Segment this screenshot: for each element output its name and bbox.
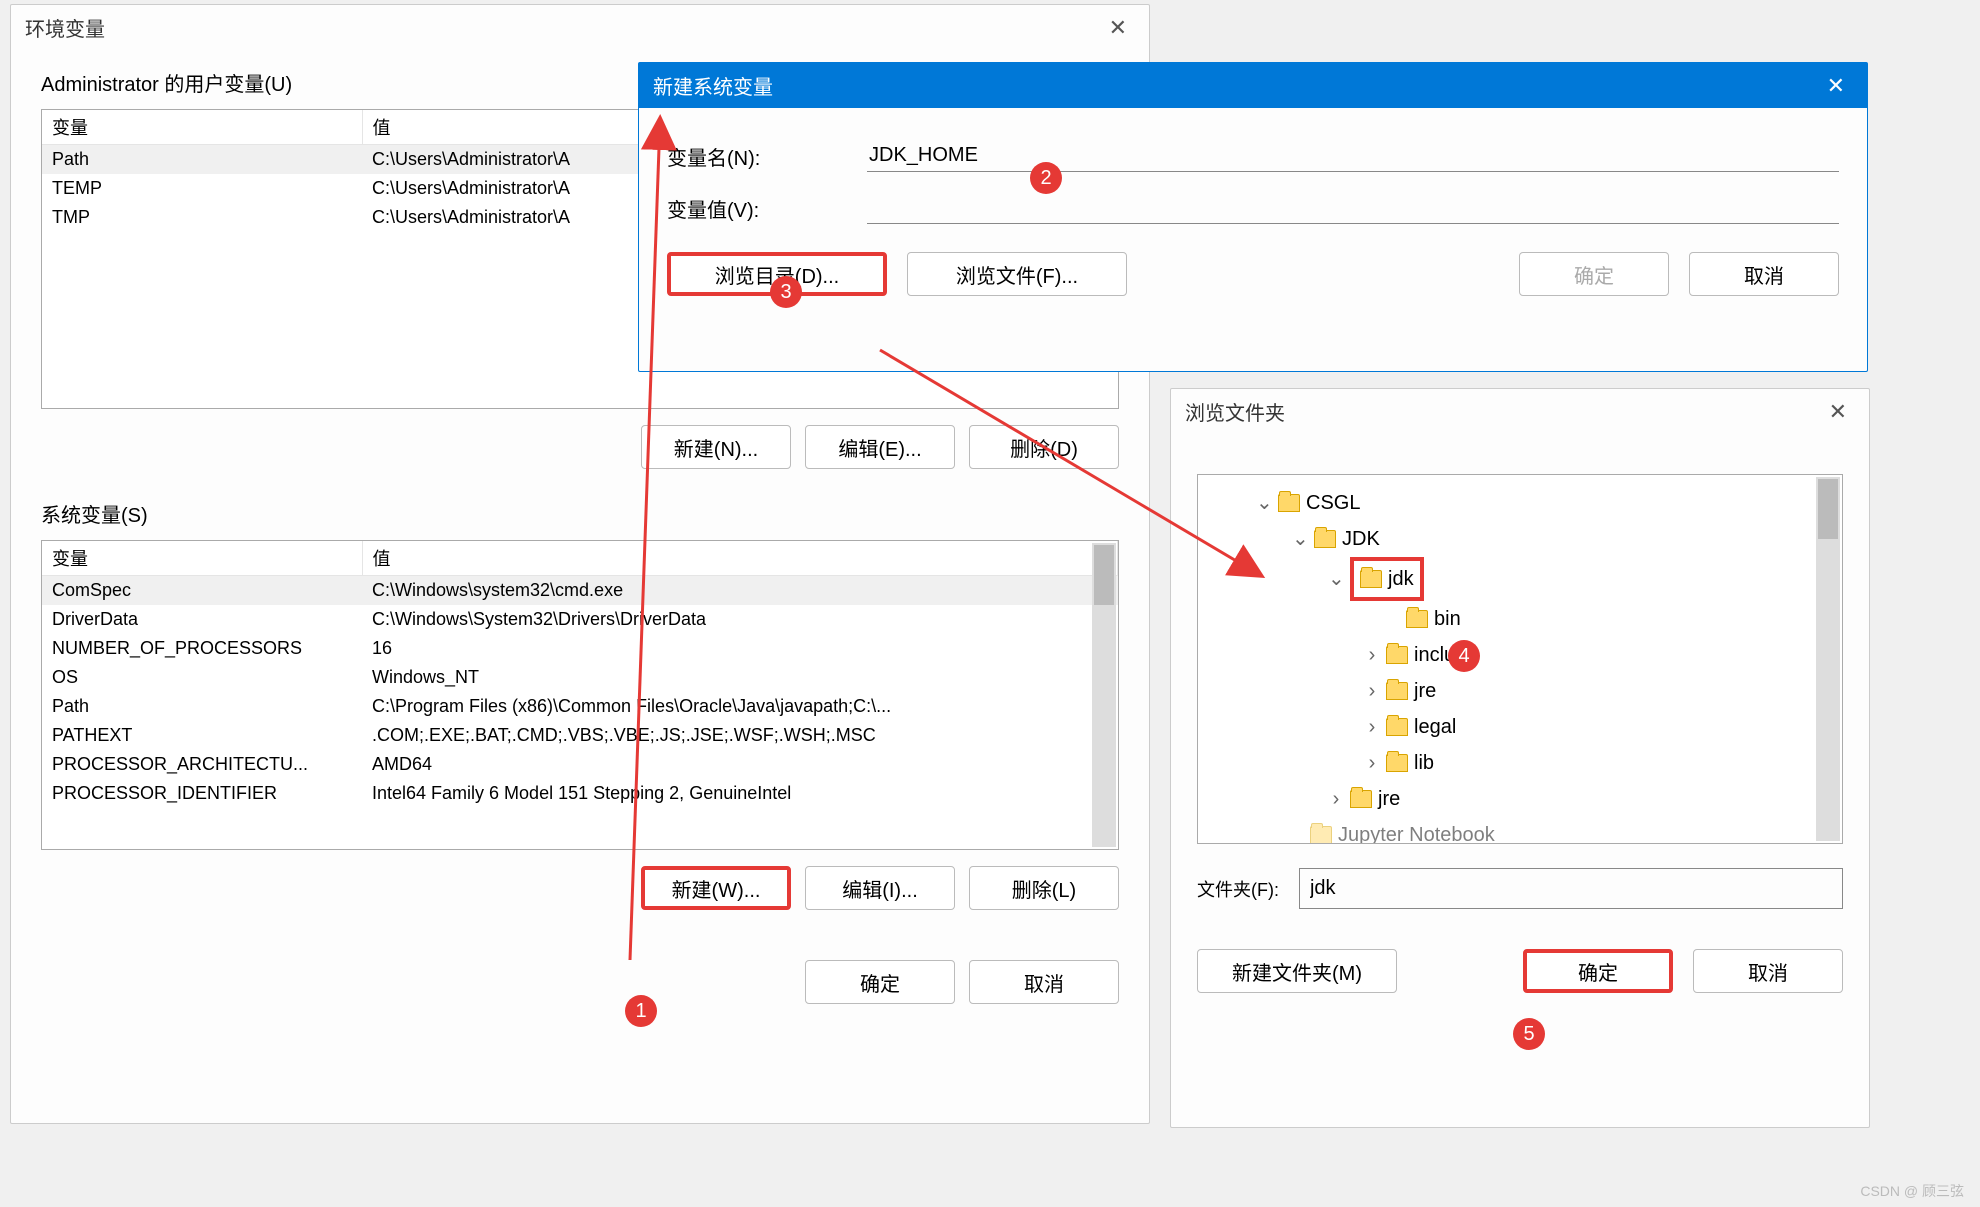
table-row[interactable]: PROCESSOR_IDENTIFIERIntel64 Family 6 Mod…	[42, 779, 1118, 808]
new-var-title: 新建系统变量	[653, 71, 773, 100]
annotation-badge-4: 4	[1448, 640, 1480, 672]
env-cancel-button[interactable]: 取消	[969, 960, 1119, 1004]
var-name-label: 变量名(N):	[667, 142, 867, 171]
folder-tree[interactable]: ⌄CSGL ⌄JDK ⌄jdk bin ›include ›jre ›legal…	[1206, 485, 1834, 844]
new-folder-button[interactable]: 新建文件夹(M)	[1197, 949, 1397, 993]
tree-item[interactable]: ›lib	[1364, 745, 1834, 781]
tree-item[interactable]: ›jre	[1364, 673, 1834, 709]
folder-icon	[1314, 530, 1336, 548]
var-value-input[interactable]	[867, 192, 1839, 224]
folder-icon	[1310, 826, 1332, 844]
tree-item[interactable]: ›jre	[1328, 781, 1834, 817]
scrollbar[interactable]	[1816, 477, 1840, 841]
var-name-input[interactable]	[867, 140, 1839, 172]
browse-file-button[interactable]: 浏览文件(F)...	[907, 252, 1127, 296]
col-val[interactable]: 值	[362, 541, 1118, 576]
tree-item[interactable]: Jupyter Notebook	[1310, 817, 1834, 844]
folder-icon	[1350, 790, 1372, 808]
new-sys-var-button[interactable]: 新建(W)...	[641, 866, 791, 910]
sys-vars-table[interactable]: 变量 值 ComSpecC:\Windows\system32\cmd.exe …	[42, 541, 1118, 808]
new-var-ok-button[interactable]: 确定	[1519, 252, 1669, 296]
edit-sys-var-button[interactable]: 编辑(I)...	[805, 866, 955, 910]
folder-icon	[1360, 570, 1382, 588]
tree-item[interactable]: ›legal	[1364, 709, 1834, 745]
folder-icon	[1278, 494, 1300, 512]
table-row[interactable]: PathC:\Program Files (x86)\Common Files\…	[42, 692, 1118, 721]
col-var[interactable]: 变量	[42, 110, 362, 145]
env-ok-button[interactable]: 确定	[805, 960, 955, 1004]
table-row[interactable]: DriverDataC:\Windows\System32\Drivers\Dr…	[42, 605, 1118, 634]
browse-titlebar: 浏览文件夹 ✕	[1171, 389, 1869, 434]
folder-field-input[interactable]	[1299, 868, 1843, 909]
new-sys-var-dialog: 新建系统变量 ✕ 变量名(N): 变量值(V): 浏览目录(D)... 浏览文件…	[638, 62, 1868, 372]
folder-icon	[1406, 610, 1428, 628]
delete-user-var-button[interactable]: 删除(D)	[969, 425, 1119, 469]
folder-icon	[1386, 682, 1408, 700]
env-dialog-title: 环境变量	[25, 13, 105, 42]
folder-icon	[1386, 754, 1408, 772]
browse-title: 浏览文件夹	[1185, 397, 1285, 426]
tree-item[interactable]: ⌄JDK	[1292, 521, 1834, 557]
tree-item[interactable]: ⌄CSGL	[1256, 485, 1834, 521]
folder-field-label: 文件夹(F):	[1197, 876, 1279, 902]
close-icon[interactable]: ✕	[1819, 73, 1853, 99]
annotation-badge-3: 3	[770, 276, 802, 308]
close-icon[interactable]: ✕	[1101, 15, 1135, 41]
browse-ok-button[interactable]: 确定	[1523, 949, 1673, 993]
table-row[interactable]: ComSpecC:\Windows\system32\cmd.exe	[42, 576, 1118, 606]
annotation-badge-2: 2	[1030, 162, 1062, 194]
tree-item[interactable]: ›include	[1364, 637, 1834, 673]
folder-icon	[1386, 646, 1408, 664]
browse-cancel-button[interactable]: 取消	[1693, 949, 1843, 993]
tree-item-jdk[interactable]: ⌄jdk	[1328, 557, 1834, 601]
table-row[interactable]: OSWindows_NT	[42, 663, 1118, 692]
close-icon[interactable]: ✕	[1821, 399, 1855, 425]
folder-icon	[1386, 718, 1408, 736]
env-dialog-titlebar: 环境变量 ✕	[11, 5, 1149, 50]
table-row[interactable]: PROCESSOR_ARCHITECTU...AMD64	[42, 750, 1118, 779]
watermark: CSDN @ 顾三弦	[1860, 1181, 1964, 1201]
tree-item[interactable]: bin	[1384, 601, 1834, 637]
delete-sys-var-button[interactable]: 删除(L)	[969, 866, 1119, 910]
new-user-var-button[interactable]: 新建(N)...	[641, 425, 791, 469]
col-var[interactable]: 变量	[42, 541, 362, 576]
annotation-badge-1: 1	[625, 995, 657, 1027]
annotation-badge-5: 5	[1513, 1018, 1545, 1050]
table-row[interactable]: PATHEXT.COM;.EXE;.BAT;.CMD;.VBS;.VBE;.JS…	[42, 721, 1118, 750]
browse-folder-dialog: 浏览文件夹 ✕ ⌄CSGL ⌄JDK ⌄jdk bin ›include ›jr…	[1170, 388, 1870, 1128]
new-var-cancel-button[interactable]: 取消	[1689, 252, 1839, 296]
new-var-titlebar: 新建系统变量 ✕	[639, 63, 1867, 108]
table-row[interactable]: NUMBER_OF_PROCESSORS16	[42, 634, 1118, 663]
sys-vars-label: 系统变量(S)	[41, 499, 1119, 528]
scrollbar[interactable]	[1092, 543, 1116, 847]
var-value-label: 变量值(V):	[667, 194, 867, 223]
folder-tree-wrap: ⌄CSGL ⌄JDK ⌄jdk bin ›include ›jre ›legal…	[1197, 474, 1843, 844]
sys-vars-table-wrap: 变量 值 ComSpecC:\Windows\system32\cmd.exe …	[41, 540, 1119, 850]
edit-user-var-button[interactable]: 编辑(E)...	[805, 425, 955, 469]
